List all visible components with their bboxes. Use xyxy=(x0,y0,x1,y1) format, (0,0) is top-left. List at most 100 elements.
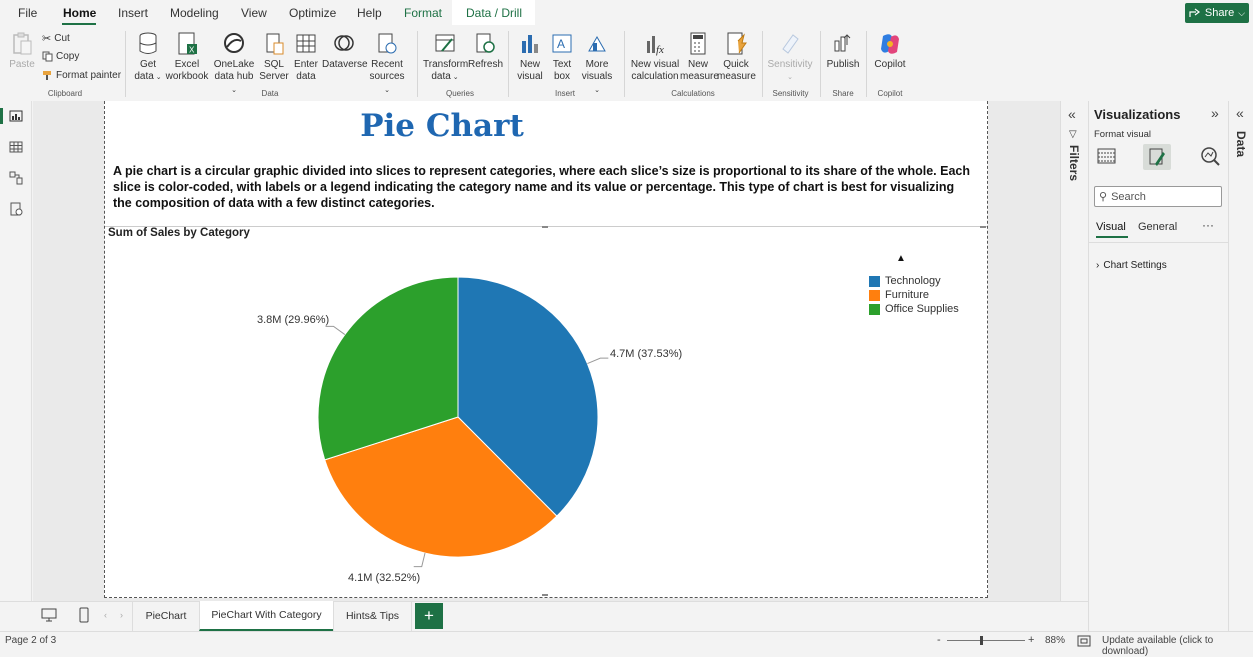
legend-scroll-up-icon[interactable]: ▲ xyxy=(896,253,906,264)
sql-server-icon xyxy=(266,33,284,55)
search-input[interactable]: ⚲ Search xyxy=(1094,186,1222,207)
page-tab-hints-tips[interactable]: Hints& Tips xyxy=(333,601,412,631)
model-view-icon[interactable] xyxy=(8,170,24,186)
fit-to-page-icon[interactable] xyxy=(1077,635,1091,647)
menu-view[interactable]: View xyxy=(241,6,267,20)
recent-sources-icon xyxy=(378,33,397,54)
desktop-layout-icon[interactable] xyxy=(40,607,58,623)
text-box-button[interactable]: A Text box xyxy=(548,31,576,83)
dax-query-view-icon[interactable] xyxy=(8,201,24,217)
more-visuals-button[interactable]: More visuals ⌄ xyxy=(578,31,616,97)
resize-handle-bottom[interactable] xyxy=(542,594,548,596)
ribbon-divider xyxy=(508,31,509,97)
update-available-link[interactable]: Update available (click to download) xyxy=(1102,635,1253,657)
menu-data-drill[interactable]: Data / Drill xyxy=(466,6,522,20)
zoom-slider-thumb[interactable] xyxy=(980,636,983,645)
mobile-layout-icon[interactable] xyxy=(77,606,91,624)
active-tab-underline xyxy=(62,23,96,25)
filters-label[interactable]: Filters xyxy=(1067,145,1081,181)
resize-handle-top[interactable] xyxy=(542,226,548,228)
zoom-slider[interactable] xyxy=(947,640,1025,641)
legend-item-furniture[interactable]: Furniture xyxy=(869,289,929,301)
data-group-label: Data xyxy=(261,89,279,98)
menu-optimize[interactable]: Optimize xyxy=(289,6,336,20)
excel-workbook-button[interactable]: X Excel workbook xyxy=(165,31,209,83)
ribbon-divider xyxy=(762,31,763,97)
svg-text:X: X xyxy=(189,46,195,55)
search-icon: ⚲ xyxy=(1099,191,1108,203)
publish-button[interactable]: Publish xyxy=(826,31,860,71)
copilot-button[interactable]: Copilot xyxy=(872,31,908,71)
zoom-out-button[interactable]: - xyxy=(937,634,941,646)
onelake-data-hub-button[interactable]: OneLake data hub ⌄ xyxy=(212,31,256,97)
sql-server-button[interactable]: SQL Server xyxy=(259,31,289,83)
legend-swatch xyxy=(869,289,880,301)
text-box-icon: A xyxy=(552,34,572,53)
table-icon xyxy=(296,34,316,53)
tab-visual[interactable]: Visual xyxy=(1096,221,1126,233)
copy-button[interactable]: Copy xyxy=(42,51,79,62)
filter-icon: ▽ xyxy=(1069,129,1077,140)
copy-label: Copy xyxy=(56,51,80,62)
visual-calculation-icon: fx xyxy=(647,36,664,56)
format-visual-tab[interactable] xyxy=(1143,144,1171,170)
double-chevron-right-icon[interactable]: » xyxy=(1211,105,1219,121)
data-label[interactable]: Data xyxy=(1234,131,1248,157)
format-paintbrush-icon xyxy=(1149,148,1165,166)
enter-data-button[interactable]: Enter data xyxy=(292,31,320,83)
scroll-tabs-right-icon[interactable]: › xyxy=(120,610,123,620)
paste-button[interactable]: Paste xyxy=(8,31,36,71)
format-painter-button[interactable]: Format painter xyxy=(42,70,121,81)
add-page-button[interactable]: + xyxy=(415,603,443,629)
refresh-button[interactable]: Refresh xyxy=(468,31,503,71)
report-description: A pie chart is a circular graphic divide… xyxy=(113,164,970,210)
menu-modeling[interactable]: Modeling xyxy=(170,6,219,20)
data-pane-collapsed[interactable]: « Data xyxy=(1228,101,1253,631)
new-measure-button[interactable]: New measure xyxy=(680,31,719,83)
menu-help[interactable]: Help xyxy=(357,6,382,20)
analytics-icon[interactable] xyxy=(1199,146,1221,166)
more-options-button[interactable]: ··· xyxy=(1202,218,1214,232)
legend-swatch xyxy=(869,275,880,287)
zoom-in-button[interactable]: + xyxy=(1028,634,1034,646)
paintbrush-icon xyxy=(43,71,51,80)
resize-handle-top-right[interactable] xyxy=(980,226,986,228)
report-title: Pie Chart xyxy=(360,108,524,144)
dataverse-button[interactable]: Dataverse xyxy=(322,31,368,71)
menu-home[interactable]: Home xyxy=(63,6,96,20)
new-visual-button[interactable]: New visual xyxy=(515,31,545,83)
calculator-icon xyxy=(690,32,706,55)
get-data-button[interactable]: Get data ⌄ xyxy=(133,31,163,84)
sensitivity-button[interactable]: Sensitivity ⌄ xyxy=(767,31,813,84)
legend-item-office-supplies[interactable]: Office Supplies xyxy=(869,303,959,315)
page-tab-piechart[interactable]: PieChart xyxy=(132,601,199,631)
transform-data-button[interactable]: Transform data ⌄ xyxy=(423,31,468,84)
zoom-level[interactable]: 88% xyxy=(1045,635,1065,646)
new-visual-calculation-button[interactable]: fx New visual calculation xyxy=(630,31,680,83)
cut-button[interactable]: ✂ Cut xyxy=(42,32,70,45)
legend-label: Furniture xyxy=(885,289,930,301)
pie-chart[interactable] xyxy=(300,260,630,590)
menu-insert[interactable]: Insert xyxy=(118,6,148,20)
tab-general[interactable]: General xyxy=(1138,221,1177,233)
build-visual-icon[interactable] xyxy=(1096,146,1118,166)
quick-measure-button[interactable]: Quick measure xyxy=(717,31,756,83)
legend-label: Technology xyxy=(885,275,941,287)
share-button[interactable]: Share ⌵ xyxy=(1185,3,1249,23)
menu-format[interactable]: Format xyxy=(404,6,442,20)
filters-pane-collapsed[interactable]: « ▽ Filters xyxy=(1060,101,1088,601)
page-tab-piechart-with-category[interactable]: PieChart With Category xyxy=(199,601,333,631)
chart-settings-section[interactable]: › Chart Settings xyxy=(1096,260,1167,271)
scroll-tabs-left-icon[interactable]: ‹ xyxy=(104,610,107,620)
menu-file[interactable]: File xyxy=(18,6,37,20)
double-chevron-left-icon[interactable]: « xyxy=(1236,105,1244,121)
menu-bar: File Home Insert Modeling View Optimize … xyxy=(0,0,1253,27)
copy-icon xyxy=(42,51,53,62)
quick-measure-icon xyxy=(727,32,747,55)
svg-text:A: A xyxy=(557,37,565,51)
legend-item-technology[interactable]: Technology xyxy=(869,275,941,287)
recent-sources-button[interactable]: Recent sources ⌄ xyxy=(366,31,408,97)
double-chevron-left-icon[interactable]: « xyxy=(1068,106,1076,122)
share-label: Share xyxy=(1204,7,1235,19)
bar-chart-icon xyxy=(522,35,538,53)
